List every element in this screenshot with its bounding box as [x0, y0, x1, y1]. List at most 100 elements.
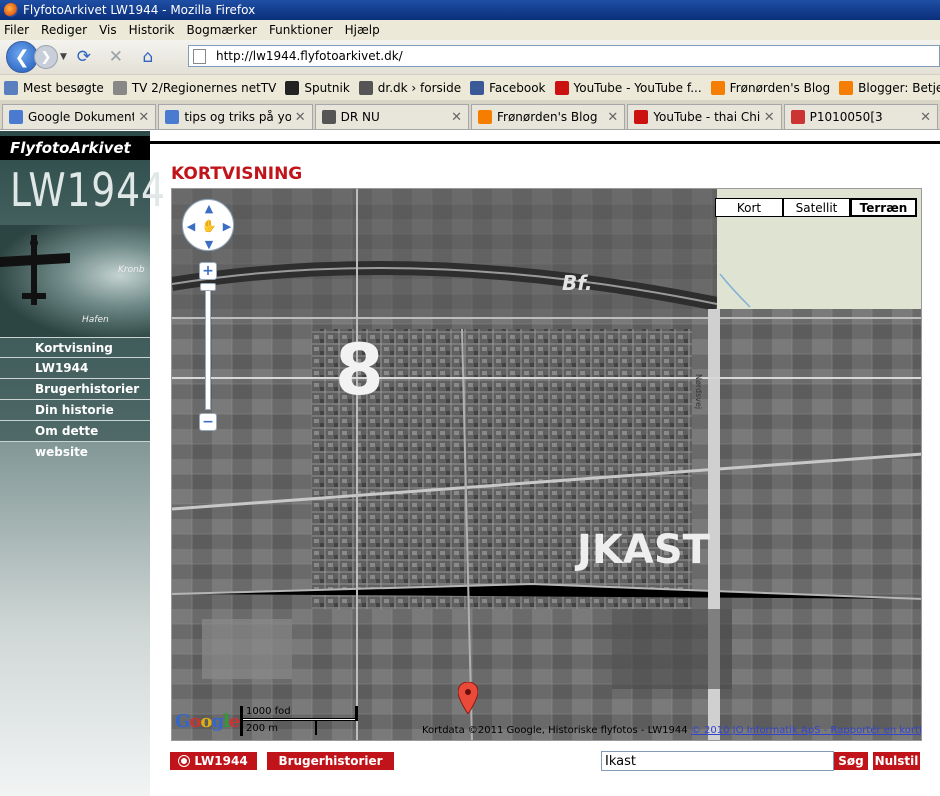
web-page: FlyfotoArkivet LW1944 Kronb Hafen Kortvi…: [0, 131, 940, 796]
firefox-icon: [4, 3, 18, 17]
bookmark-item[interactable]: Facebook: [470, 80, 546, 95]
map-type-terrain-button[interactable]: Terræn: [850, 198, 917, 217]
menu-vis[interactable]: Vis: [99, 23, 117, 37]
bookmark-label: Frønørden's Blog: [729, 80, 831, 95]
map-label-town: JKAST: [577, 527, 710, 573]
reload-icon: ⟳: [76, 47, 92, 67]
menu-funktioner[interactable]: Funktioner: [269, 23, 333, 37]
scale-tick: [315, 721, 317, 735]
home-button[interactable]: ⌂: [137, 46, 159, 68]
page-icon: [112, 80, 127, 95]
map-type-map-button[interactable]: Kort: [715, 198, 783, 217]
menu-historik[interactable]: Historik: [129, 23, 175, 37]
address-bar[interactable]: http://lw1944.flyfotoarkivet.dk/: [188, 45, 940, 67]
pan-control[interactable]: ▲ ◀ ▶ ▼ ✋: [182, 199, 234, 251]
stop-icon: ✕: [108, 47, 124, 67]
stop-button[interactable]: ✕: [105, 46, 127, 68]
menu-bar: Filer Rediger Vis Historik Bogmærker Fun…: [0, 20, 940, 40]
lw1944-button[interactable]: LW1944: [170, 752, 257, 770]
tab-bar: Google Dokumenter...✕tips og triks på yo…: [0, 100, 940, 130]
aerial-photo-tiles: [172, 189, 921, 740]
pan-right-icon[interactable]: ▶: [220, 219, 234, 233]
map-label-number: 8: [335, 329, 384, 411]
header-divider: [150, 141, 940, 144]
pan-up-icon[interactable]: ▲: [202, 201, 216, 215]
close-tab-icon[interactable]: ✕: [920, 110, 931, 125]
page-title: KORTVISNING: [171, 164, 303, 184]
history-dropdown-icon[interactable]: ▼: [60, 52, 67, 62]
lw1944-button-label: LW1944: [194, 754, 248, 768]
browser-tab[interactable]: P1010050[3 ✕: [783, 104, 938, 129]
address-text: http://lw1944.flyfotoarkivet.dk/: [216, 49, 403, 63]
map-attribution: Kortdata ©2011 Google, Historiske flyfot…: [422, 725, 921, 736]
bookmark-item[interactable]: dr.dk › forside: [358, 80, 461, 95]
browser-tab[interactable]: DR NU ✕: [314, 104, 469, 129]
photo-label-hafen: Hafen: [82, 315, 109, 325]
browser-tab[interactable]: YouTube - thai Chi ✕: [627, 104, 782, 129]
nav-lw1944[interactable]: LW1944: [0, 358, 150, 379]
zoom-slider-handle[interactable]: [200, 283, 216, 291]
bookmark-item[interactable]: Mest besøgte: [4, 80, 104, 95]
scale-tick: [355, 706, 358, 721]
report-error-link[interactable]: - Rapportér en kortfejl: [821, 725, 921, 736]
menu-hjaelp[interactable]: Hjælp: [345, 23, 380, 37]
menu-rediger[interactable]: Rediger: [41, 23, 87, 37]
zoom-slider-track[interactable]: [205, 284, 211, 410]
airplane-icon: [0, 235, 70, 305]
user-stories-button[interactable]: Brugerhistorier: [267, 752, 394, 770]
nav-kortvisning[interactable]: Kortvisning: [0, 337, 150, 358]
navigation-toolbar: ❮ ❯ ▼ ⟳ ✕ ⌂ http://lw1944.flyfotoarkivet…: [0, 40, 940, 74]
bookmark-label: YouTube - YouTube f...: [573, 80, 702, 95]
site-logo[interactable]: FlyfotoArkivet: [0, 136, 150, 160]
hand-icon: ✋: [201, 219, 217, 233]
map-marker-icon[interactable]: [458, 682, 478, 714]
search-input[interactable]: [601, 751, 834, 771]
arrow-left-icon: ❮: [14, 46, 30, 68]
close-tab-icon[interactable]: ✕: [607, 110, 618, 125]
browser-tab[interactable]: tips og triks på yout... ✕: [158, 104, 313, 129]
site-sidebar: FlyfotoArkivet LW1944 Kronb Hafen Kortvi…: [0, 131, 165, 796]
menu-bogmaerker[interactable]: Bogmærker: [187, 23, 257, 37]
attribution-link[interactable]: © 2010 JO Informatik ApS: [691, 725, 821, 736]
picasa-icon: [790, 110, 805, 124]
map-type-satellite-button[interactable]: Satellit: [783, 198, 850, 217]
bookmark-item[interactable]: Sputnik: [285, 80, 350, 95]
reload-button[interactable]: ⟳: [73, 46, 95, 68]
nav-om-website[interactable]: Om dette website: [0, 421, 150, 459]
reset-button[interactable]: Nulstil: [873, 752, 920, 770]
browser-tab[interactable]: Frønørden's Blog ✕: [470, 104, 626, 129]
bookmark-item[interactable]: Blogger: Betjeningspa...: [839, 80, 940, 95]
menu-filer[interactable]: Filer: [4, 23, 29, 37]
bookmark-label: TV 2/Regionernes netTV: [131, 80, 277, 95]
close-tab-icon[interactable]: ✕: [138, 110, 149, 125]
scale-tick: [240, 706, 243, 736]
bookmark-item[interactable]: Frønørden's Blog: [710, 80, 831, 95]
zoom-out-button[interactable]: −: [199, 413, 217, 431]
bookmark-item[interactable]: TV 2/Regionernes netTV: [112, 80, 277, 95]
magnifier-icon: [4, 80, 18, 95]
bookmarks-bar: Mest besøgte TV 2/Regionernes netTV Sputni…: [0, 74, 940, 100]
search-button[interactable]: Søg: [834, 752, 868, 770]
browser-tab[interactable]: Google Dokumenter... ✕: [2, 104, 157, 129]
map-label-road: Nørdsvej: [694, 374, 703, 410]
tab-label: Google Dokumenter...: [28, 110, 134, 124]
zoom-in-button[interactable]: +: [199, 262, 217, 280]
tab-label: YouTube - thai Chi: [653, 110, 760, 124]
facebook-icon: [470, 80, 485, 95]
map-view[interactable]: Bf. 8 JKAST Nørdsvej Kort Satellit Terræ…: [171, 188, 922, 741]
map-label-station: Bf.: [562, 271, 593, 295]
bookmark-label: Blogger: Betjeningspa...: [858, 80, 940, 95]
forward-button[interactable]: ❯: [34, 45, 58, 69]
nav-brugerhistorier[interactable]: Brugerhistorier: [0, 379, 150, 400]
close-tab-icon[interactable]: ✕: [451, 110, 462, 125]
close-tab-icon[interactable]: ✕: [295, 110, 306, 125]
nav-din-historie[interactable]: Din historie: [0, 400, 150, 421]
bookmark-item[interactable]: YouTube - YouTube f...: [554, 80, 702, 95]
header-aerial-photo: Kronb Hafen: [0, 225, 150, 337]
google-logo[interactable]: Google: [175, 711, 240, 732]
close-tab-icon[interactable]: ✕: [764, 110, 775, 125]
youtube-icon: [554, 80, 569, 95]
pan-down-icon[interactable]: ▼: [202, 237, 216, 251]
pan-left-icon[interactable]: ◀: [184, 219, 198, 233]
arrow-right-icon: ❯: [40, 49, 52, 65]
